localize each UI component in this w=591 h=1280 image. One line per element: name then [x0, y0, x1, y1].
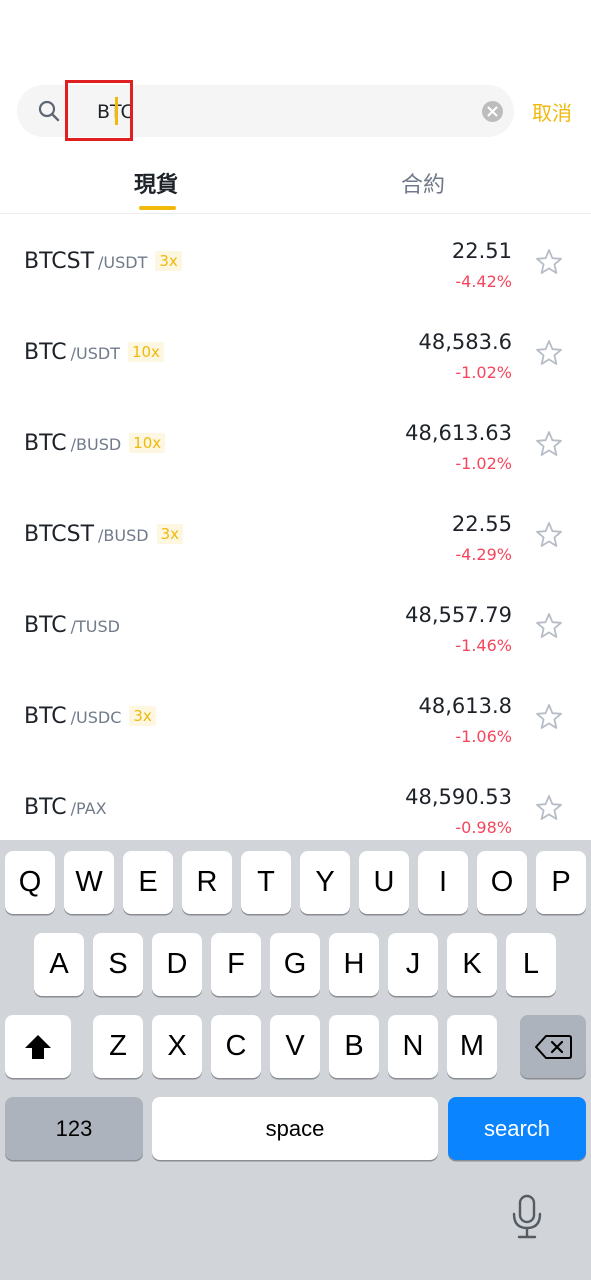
pair-change: -1.06%: [455, 727, 512, 746]
key-k[interactable]: K: [447, 933, 497, 996]
pair-quote: /BUSD: [70, 435, 122, 454]
list-item[interactable]: BTCST/USDT 3x 22.51 -4.42%: [0, 215, 591, 306]
pair-base: BTC: [24, 613, 67, 638]
list-item[interactable]: BTC/BUSD 10x 48,613.63 -1.02%: [0, 397, 591, 488]
shift-key[interactable]: [5, 1015, 71, 1078]
key-y[interactable]: Y: [300, 851, 350, 914]
tab-divider: [0, 213, 591, 214]
key-x[interactable]: X: [152, 1015, 202, 1078]
pair-price: 48,557.79: [405, 603, 512, 627]
key-w[interactable]: W: [64, 851, 114, 914]
star-icon[interactable]: [535, 248, 563, 276]
key-h[interactable]: H: [329, 933, 379, 996]
search-icon: [38, 100, 60, 122]
pair-change: -4.42%: [455, 272, 512, 291]
key-e[interactable]: E: [123, 851, 173, 914]
star-icon[interactable]: [535, 521, 563, 549]
tab-futures[interactable]: 合約: [401, 167, 445, 199]
pair-base: BTC: [24, 795, 67, 820]
pair-price: 48,590.53: [405, 785, 512, 809]
pair-base: BTC: [24, 431, 67, 456]
star-icon[interactable]: [535, 703, 563, 731]
key-p[interactable]: P: [536, 851, 586, 914]
pair-quote: /USDT: [98, 253, 148, 272]
pair-base: BTCST: [24, 522, 95, 547]
key-d[interactable]: D: [152, 933, 202, 996]
star-icon[interactable]: [535, 612, 563, 640]
pair-change: -0.98%: [455, 818, 512, 837]
pair-quote: /BUSD: [98, 526, 149, 545]
text-caret: [115, 97, 118, 125]
key-b[interactable]: B: [329, 1015, 379, 1078]
cancel-button[interactable]: 取消: [532, 97, 572, 126]
tab-spot[interactable]: 現貨: [134, 167, 178, 199]
list-item[interactable]: BTC/TUSD 48,557.79 -1.46%: [0, 579, 591, 670]
key-g[interactable]: G: [270, 933, 320, 996]
pair-change: -1.02%: [455, 454, 512, 473]
space-key[interactable]: space: [152, 1097, 438, 1160]
list-item[interactable]: BTC/USDC 3x 48,613.8 -1.06%: [0, 670, 591, 761]
pair-base: BTC: [24, 340, 67, 365]
star-icon[interactable]: [535, 430, 563, 458]
leverage-badge: 3x: [129, 706, 156, 726]
backspace-key[interactable]: [520, 1015, 586, 1078]
key-f[interactable]: F: [211, 933, 261, 996]
pair-price: 48,613.63: [405, 421, 512, 445]
key-t[interactable]: T: [241, 851, 291, 914]
key-l[interactable]: L: [506, 933, 556, 996]
list-item[interactable]: BTCST/BUSD 3x 22.55 -4.29%: [0, 488, 591, 579]
star-icon[interactable]: [535, 339, 563, 367]
leverage-badge: 3x: [155, 251, 182, 271]
search-bar[interactable]: [17, 85, 514, 137]
key-i[interactable]: I: [418, 851, 468, 914]
pair-base: BTC: [24, 704, 67, 729]
key-q[interactable]: Q: [5, 851, 55, 914]
leverage-badge: 10x: [127, 342, 164, 362]
key-r[interactable]: R: [182, 851, 232, 914]
pair-price: 22.55: [451, 512, 512, 536]
pair-quote: /TUSD: [70, 617, 120, 636]
key-o[interactable]: O: [477, 851, 527, 914]
key-v[interactable]: V: [270, 1015, 320, 1078]
leverage-badge: 10x: [129, 433, 166, 453]
microphone-icon[interactable]: [510, 1194, 544, 1240]
key-m[interactable]: M: [447, 1015, 497, 1078]
search-input[interactable]: [79, 93, 479, 129]
pair-price: 22.51: [451, 239, 512, 263]
key-n[interactable]: N: [388, 1015, 438, 1078]
leverage-badge: 3x: [156, 524, 183, 544]
search-key[interactable]: search: [448, 1097, 586, 1160]
star-icon[interactable]: [535, 794, 563, 822]
active-tab-indicator: [139, 206, 176, 210]
key-c[interactable]: C: [211, 1015, 261, 1078]
key-a[interactable]: A: [34, 933, 84, 996]
shift-arrow-icon: [25, 1034, 51, 1059]
pair-base: BTCST: [24, 249, 95, 274]
pair-price: 48,583.6: [418, 330, 512, 354]
backspace-icon: [535, 1034, 572, 1059]
pair-price: 48,613.8: [418, 694, 512, 718]
pair-change: -1.46%: [455, 636, 512, 655]
pair-change: -4.29%: [455, 545, 512, 564]
list-item[interactable]: BTC/PAX 48,590.53 -0.98%: [0, 761, 591, 852]
pair-quote: /PAX: [70, 799, 107, 818]
numbers-key[interactable]: 123: [5, 1097, 143, 1160]
key-j[interactable]: J: [388, 933, 438, 996]
pair-quote: /USDT: [70, 344, 120, 363]
key-u[interactable]: U: [359, 851, 409, 914]
clear-icon[interactable]: [482, 101, 503, 122]
pair-change: -1.02%: [455, 363, 512, 382]
pair-quote: /USDC: [70, 708, 122, 727]
key-s[interactable]: S: [93, 933, 143, 996]
list-item[interactable]: BTC/USDT 10x 48,583.6 -1.02%: [0, 306, 591, 397]
key-z[interactable]: Z: [93, 1015, 143, 1078]
